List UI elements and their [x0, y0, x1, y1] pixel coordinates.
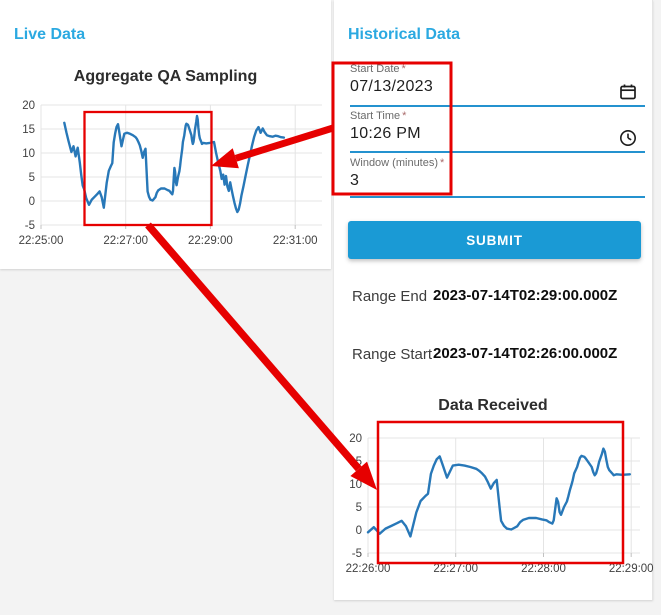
- svg-text:0: 0: [356, 525, 362, 537]
- svg-text:22:28:00: 22:28:00: [521, 563, 566, 575]
- svg-text:22:25:00: 22:25:00: [19, 235, 64, 247]
- svg-text:-5: -5: [352, 548, 362, 560]
- range-start-value: 2023-07-14T02:26:00.000Z: [433, 345, 618, 362]
- app-root: Live Data Aggregate QA Sampling 20 15 10 5 0…: [0, 0, 661, 615]
- clock-icon[interactable]: [618, 128, 638, 148]
- live-data-panel: Live Data Aggregate QA Sampling 20 15 10 5 0…: [0, 0, 331, 269]
- required-asterisk: *: [440, 157, 445, 169]
- start-date-underline: [350, 105, 645, 107]
- svg-text:20: 20: [22, 100, 35, 112]
- svg-text:5: 5: [29, 172, 35, 184]
- start-time-underline: [350, 151, 645, 153]
- svg-text:10: 10: [349, 479, 362, 491]
- range-start-row: Range Start 2023-07-14T02:26:00.000Z: [352, 345, 644, 364]
- received-chart-title: Data Received: [438, 397, 548, 414]
- calendar-icon[interactable]: [618, 82, 638, 102]
- start-date-label: Start Date *: [350, 63, 406, 75]
- svg-text:15: 15: [22, 124, 35, 136]
- svg-text:10: 10: [22, 148, 35, 160]
- required-asterisk: *: [401, 63, 406, 75]
- submit-button[interactable]: SUBMIT: [348, 221, 641, 259]
- start-time-input[interactable]: 10:26 PM: [350, 125, 645, 143]
- window-minutes-label: Window (minutes) *: [350, 157, 445, 169]
- svg-text:20: 20: [349, 433, 362, 445]
- range-end-label: Range End: [352, 288, 428, 305]
- svg-text:5: 5: [356, 502, 362, 514]
- svg-text:0: 0: [29, 196, 35, 208]
- svg-text:22:27:00: 22:27:00: [433, 563, 478, 575]
- historical-data-heading: Historical Data: [348, 26, 461, 44]
- svg-text:22:26:00: 22:26:00: [346, 563, 391, 575]
- range-start-label: Range Start: [352, 346, 433, 363]
- svg-text:22:31:00: 22:31:00: [273, 235, 318, 247]
- historical-data-panel: Historical Data Start Date * 07/13/2023 S…: [334, 0, 654, 600]
- received-chart: 20 15 10 5 0 -5 22:26:00 22:27:00 22:28:00 22:29:…: [346, 433, 654, 575]
- window-minutes-input[interactable]: 3: [350, 172, 645, 190]
- start-date-input[interactable]: 07/13/2023: [350, 78, 645, 96]
- required-asterisk: *: [402, 110, 407, 122]
- svg-text:22:29:00: 22:29:00: [609, 563, 654, 575]
- svg-text:-5: -5: [25, 220, 35, 232]
- start-time-field: Start Time * 10:26 PM: [350, 110, 645, 143]
- svg-text:22:29:00: 22:29:00: [188, 235, 233, 247]
- range-end-row: Range End 2023-07-14T02:29:00.000Z: [352, 287, 644, 306]
- start-date-field: Start Date * 07/13/2023: [350, 63, 645, 96]
- window-minutes-field: Window (minutes) * 3: [350, 157, 645, 190]
- live-chart-title: Aggregate QA Sampling: [73, 68, 258, 85]
- window-minutes-underline: [350, 196, 645, 198]
- range-end-value: 2023-07-14T02:29:00.000Z: [433, 287, 618, 304]
- svg-text:22:27:00: 22:27:00: [103, 235, 148, 247]
- live-data-heading: Live Data: [14, 26, 86, 44]
- start-time-label: Start Time *: [350, 110, 407, 122]
- live-chart: 20 15 10 5 0 -5 22:25:00 22:27:00 22:29:00 22:31:…: [19, 100, 322, 247]
- svg-text:15: 15: [349, 456, 362, 468]
